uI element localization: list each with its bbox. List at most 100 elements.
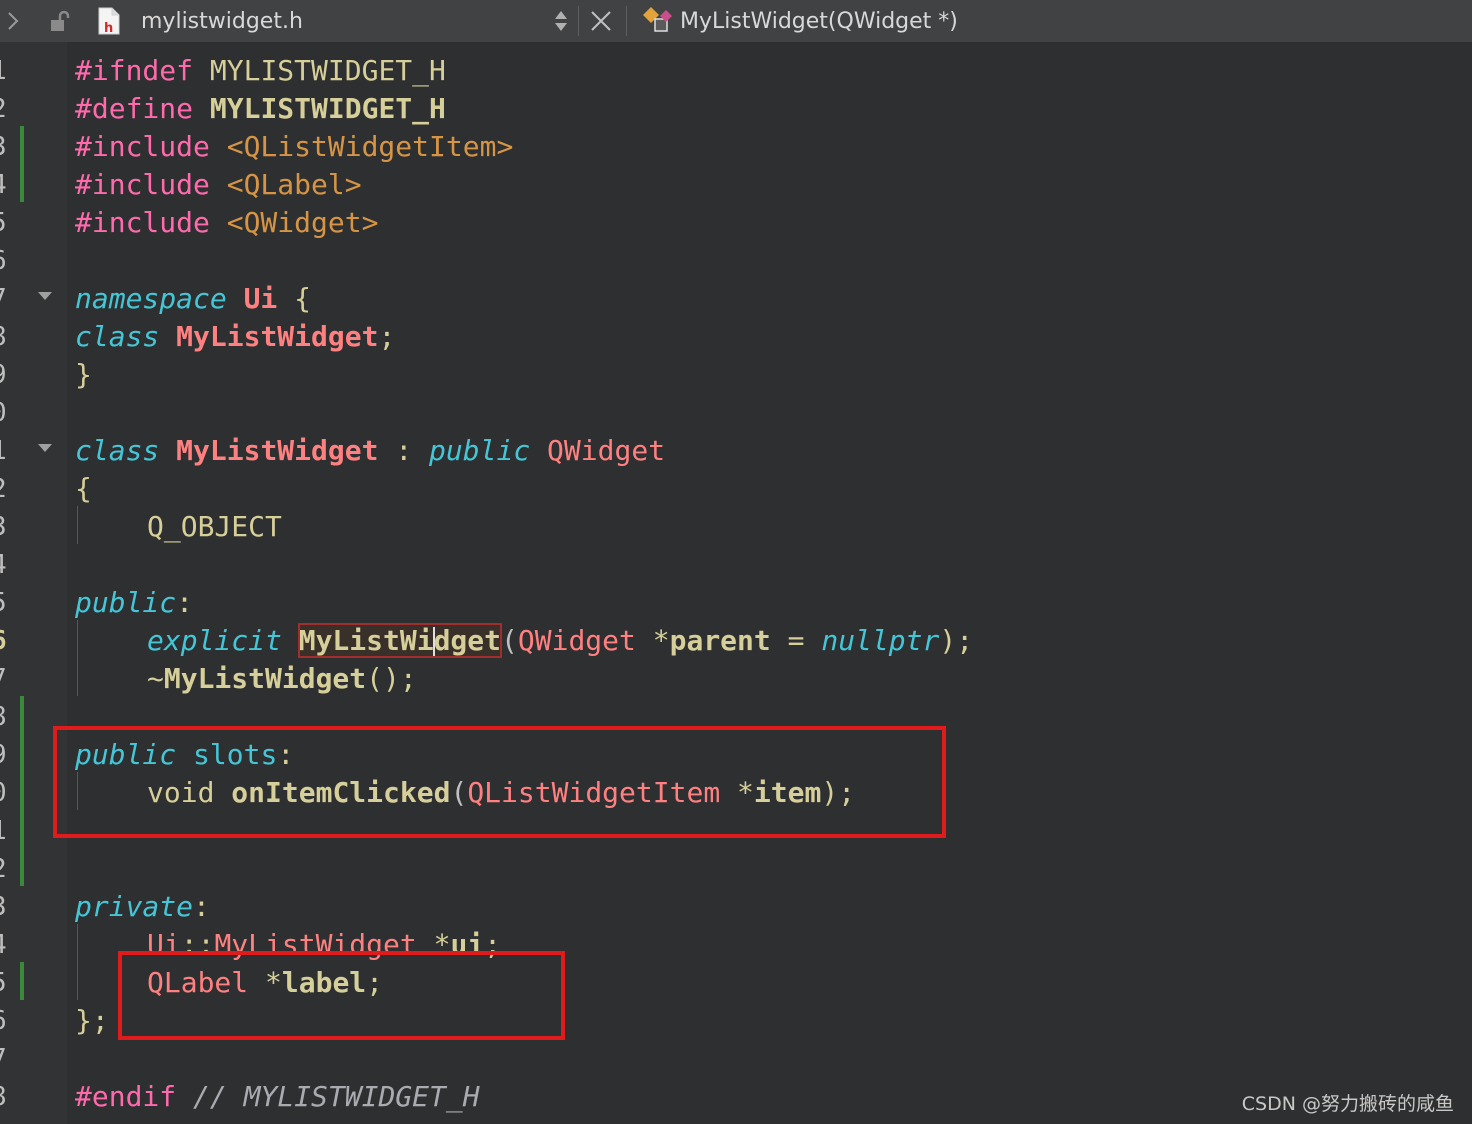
line-number: 8 [0, 1078, 7, 1116]
code-line-11: class MyListWidget : public QWidget [75, 432, 665, 470]
code-line-12: { [75, 470, 92, 508]
token: dget [433, 624, 502, 657]
line-number: 8 [0, 698, 7, 736]
token: QWidget [547, 434, 666, 467]
line-number: 4 [0, 926, 7, 964]
token: MyListWidget [163, 662, 367, 695]
token: public [429, 434, 531, 467]
token: <QWidget> [226, 206, 379, 239]
close-document-icon[interactable] [588, 0, 614, 42]
code-line-3: #include <QListWidgetItem> [75, 128, 513, 166]
line-number: 3 [0, 128, 7, 166]
token: : [193, 890, 210, 923]
line-number: 0 [0, 394, 7, 432]
navigate-back-icon[interactable] [2, 0, 24, 42]
file-switch-updown-icon[interactable] [550, 0, 572, 42]
code-line-9: } [75, 356, 92, 394]
code-line-13: Q_OBJECT [75, 508, 282, 546]
line-number: 4 [0, 546, 7, 584]
token: MyListWidget [176, 434, 379, 467]
token: { [75, 472, 92, 505]
code-line-2: #define MYLISTWIDGET_H [75, 90, 446, 128]
token: MYLISTWIDGET_H [209, 54, 446, 87]
symbol-highlight: MyListWidget [297, 623, 503, 658]
header-file-icon: h [96, 0, 122, 42]
line-number: 5 [0, 584, 7, 622]
line-number: 4 [0, 166, 7, 204]
token: = [787, 624, 805, 657]
line-number: 6 [0, 1002, 7, 1040]
token: ( [501, 624, 518, 657]
line-number: 7 [0, 1040, 7, 1078]
annotation-box-label [118, 951, 565, 1040]
token: explicit [147, 624, 282, 657]
fold-arrow-icon[interactable] [38, 292, 52, 300]
token: private [75, 890, 194, 923]
svg-text:h: h [104, 21, 113, 35]
change-marker [20, 962, 24, 1000]
token: <QLabel> [226, 168, 362, 201]
code-line-4: #include <QLabel> [75, 166, 362, 204]
token: : [395, 434, 413, 467]
token: #endif [75, 1080, 177, 1113]
code-line-15: public: [75, 584, 193, 622]
code-line-28: #endif // MYLISTWIDGET_H [75, 1078, 480, 1116]
token: ); [939, 624, 974, 657]
line-number: 3 [0, 508, 7, 546]
token: #include [75, 168, 210, 201]
line-number: 9 [0, 736, 7, 774]
code-line-8: class MyListWidget; [75, 318, 395, 356]
line-number: 8 [0, 318, 7, 356]
token: nullptr [821, 624, 940, 657]
watermark: CSDN @努力搬砖的咸鱼 [1241, 1093, 1454, 1115]
token: // MYLISTWIDGET_H [193, 1080, 480, 1113]
change-marker [20, 696, 24, 886]
code-line-1: #ifndef MYLISTWIDGET_H [75, 52, 446, 90]
code-line-17: ~MyListWidget(); [75, 660, 417, 698]
line-number: 2 [0, 90, 7, 128]
line-number: 5 [0, 204, 7, 242]
code-line-23: private: [75, 888, 210, 926]
token: }; [75, 1004, 109, 1037]
lock-icon[interactable] [46, 0, 74, 42]
line-number: 6 [0, 242, 7, 280]
token: { [294, 282, 312, 315]
token: } [75, 358, 92, 391]
line-number: 6 [0, 622, 7, 660]
token: * [652, 624, 670, 657]
line-number: 1 [0, 812, 7, 850]
line-number: 1 [0, 52, 7, 90]
editor-tab-bar: h mylistwidget.h MyListWidget(QWidget *) [0, 0, 1472, 42]
tab-separator [578, 6, 579, 36]
line-number: 5 [0, 964, 7, 1002]
line-number: 1 [0, 432, 7, 470]
code-line-26: }; [75, 1002, 109, 1040]
token: #include [75, 130, 210, 163]
token: <QListWidgetItem> [226, 130, 514, 163]
line-number: 9 [0, 356, 7, 394]
fold-arrow-icon[interactable] [38, 444, 52, 452]
tab-separator [626, 6, 627, 36]
token: public [75, 586, 177, 619]
token: MyListWi [298, 624, 434, 657]
token: #ifndef [75, 54, 194, 87]
token: QWidget [517, 624, 636, 657]
token: Ui [243, 282, 278, 315]
annotation-box-slots [53, 726, 946, 838]
current-symbol-selector[interactable]: MyListWidget(QWidget *) [680, 0, 958, 42]
token: MyListWidget [176, 320, 379, 353]
token: class [75, 320, 160, 353]
token: Q_OBJECT [147, 510, 282, 543]
token: #define [75, 92, 194, 125]
line-number: 7 [0, 280, 7, 318]
open-file-name[interactable]: mylistwidget.h [141, 0, 303, 42]
line-number: 2 [0, 470, 7, 508]
line-number: 2 [0, 850, 7, 888]
token: ~ [147, 662, 164, 695]
code-line-7: namespace Ui { [75, 280, 311, 318]
code-line-16: explicit MyListWidget(QWidget *parent = … [75, 622, 973, 660]
token: : [176, 586, 194, 619]
token: MYLISTWIDGET_H [209, 92, 446, 125]
token: (); [366, 662, 417, 695]
function-symbol-icon [641, 0, 675, 42]
